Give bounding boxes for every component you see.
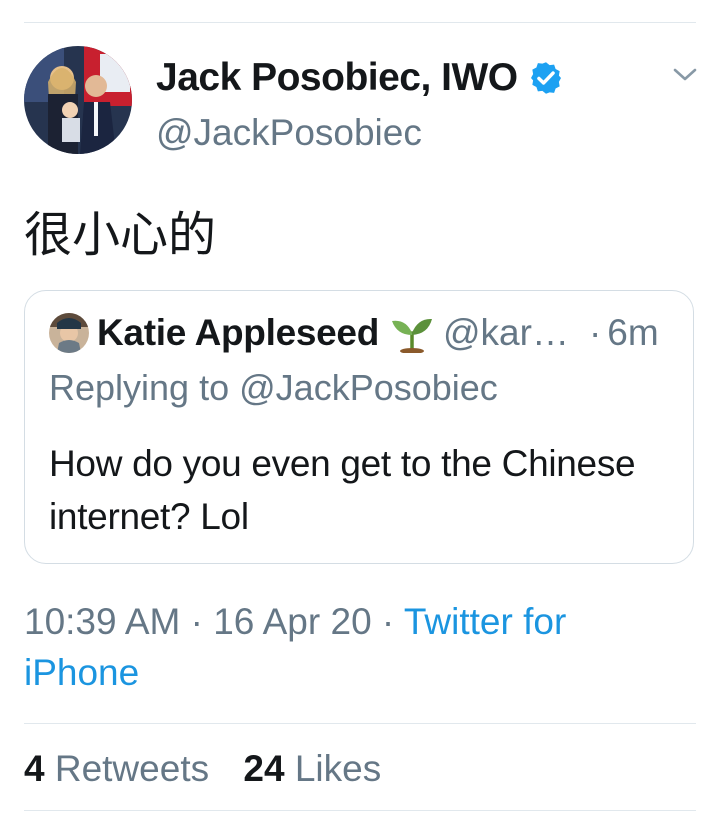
retweets-label: Retweets [54,748,210,789]
quoted-header: Katie Appleseed @kar… · 6m [97,311,659,355]
quoted-tweet-card[interactable]: Katie Appleseed @kar… · 6m Replying to @… [24,290,694,564]
likes-count: 24 [243,748,285,789]
reply-mention-link[interactable]: @JackPosobiec [239,367,498,408]
quoted-tweet-text: How do you even get to the Chinese inter… [49,443,636,537]
retweets-count: 4 [24,748,45,789]
top-divider [24,22,696,23]
author-avatar[interactable] [24,46,132,154]
quoted-author-name: Katie Appleseed [97,312,379,353]
separator-dot: · [381,601,395,642]
author-name[interactable]: Jack Posobiec, IWO [156,56,518,100]
quoted-author-handle: @kar… [443,312,569,353]
replying-to-label: Replying to [49,367,230,408]
quoted-author-avatar [49,313,89,353]
stats-bottom-divider [24,810,696,811]
tweet-time: 10:39 AM [24,601,181,642]
separator-dot: · [588,312,602,353]
verified-badge-icon [528,60,564,96]
likes-stat[interactable]: 24 Likes [243,748,381,789]
tweet-date: 16 Apr 20 [213,601,372,642]
chevron-down-icon[interactable] [672,66,698,89]
replying-to-line: Replying to @JackPosobiec [49,367,498,409]
author-handle[interactable]: @JackPosobiec [156,112,422,154]
engagement-stats: 4 Retweets 24 Likes [24,748,405,790]
seedling-emoji-icon [389,313,435,353]
tweet-text: 很小心的 [24,207,217,263]
stats-top-divider [24,723,696,724]
separator-dot: · [190,601,203,642]
retweets-stat[interactable]: 4 Retweets [24,748,219,789]
author-name-row[interactable]: Jack Posobiec, IWO [156,56,564,100]
quoted-timestamp: 6m [607,312,659,353]
likes-label: Likes [294,748,382,789]
tweet-metadata: 10:39 AM · 16 Apr 20 · Twitter for iPhon… [24,596,684,698]
